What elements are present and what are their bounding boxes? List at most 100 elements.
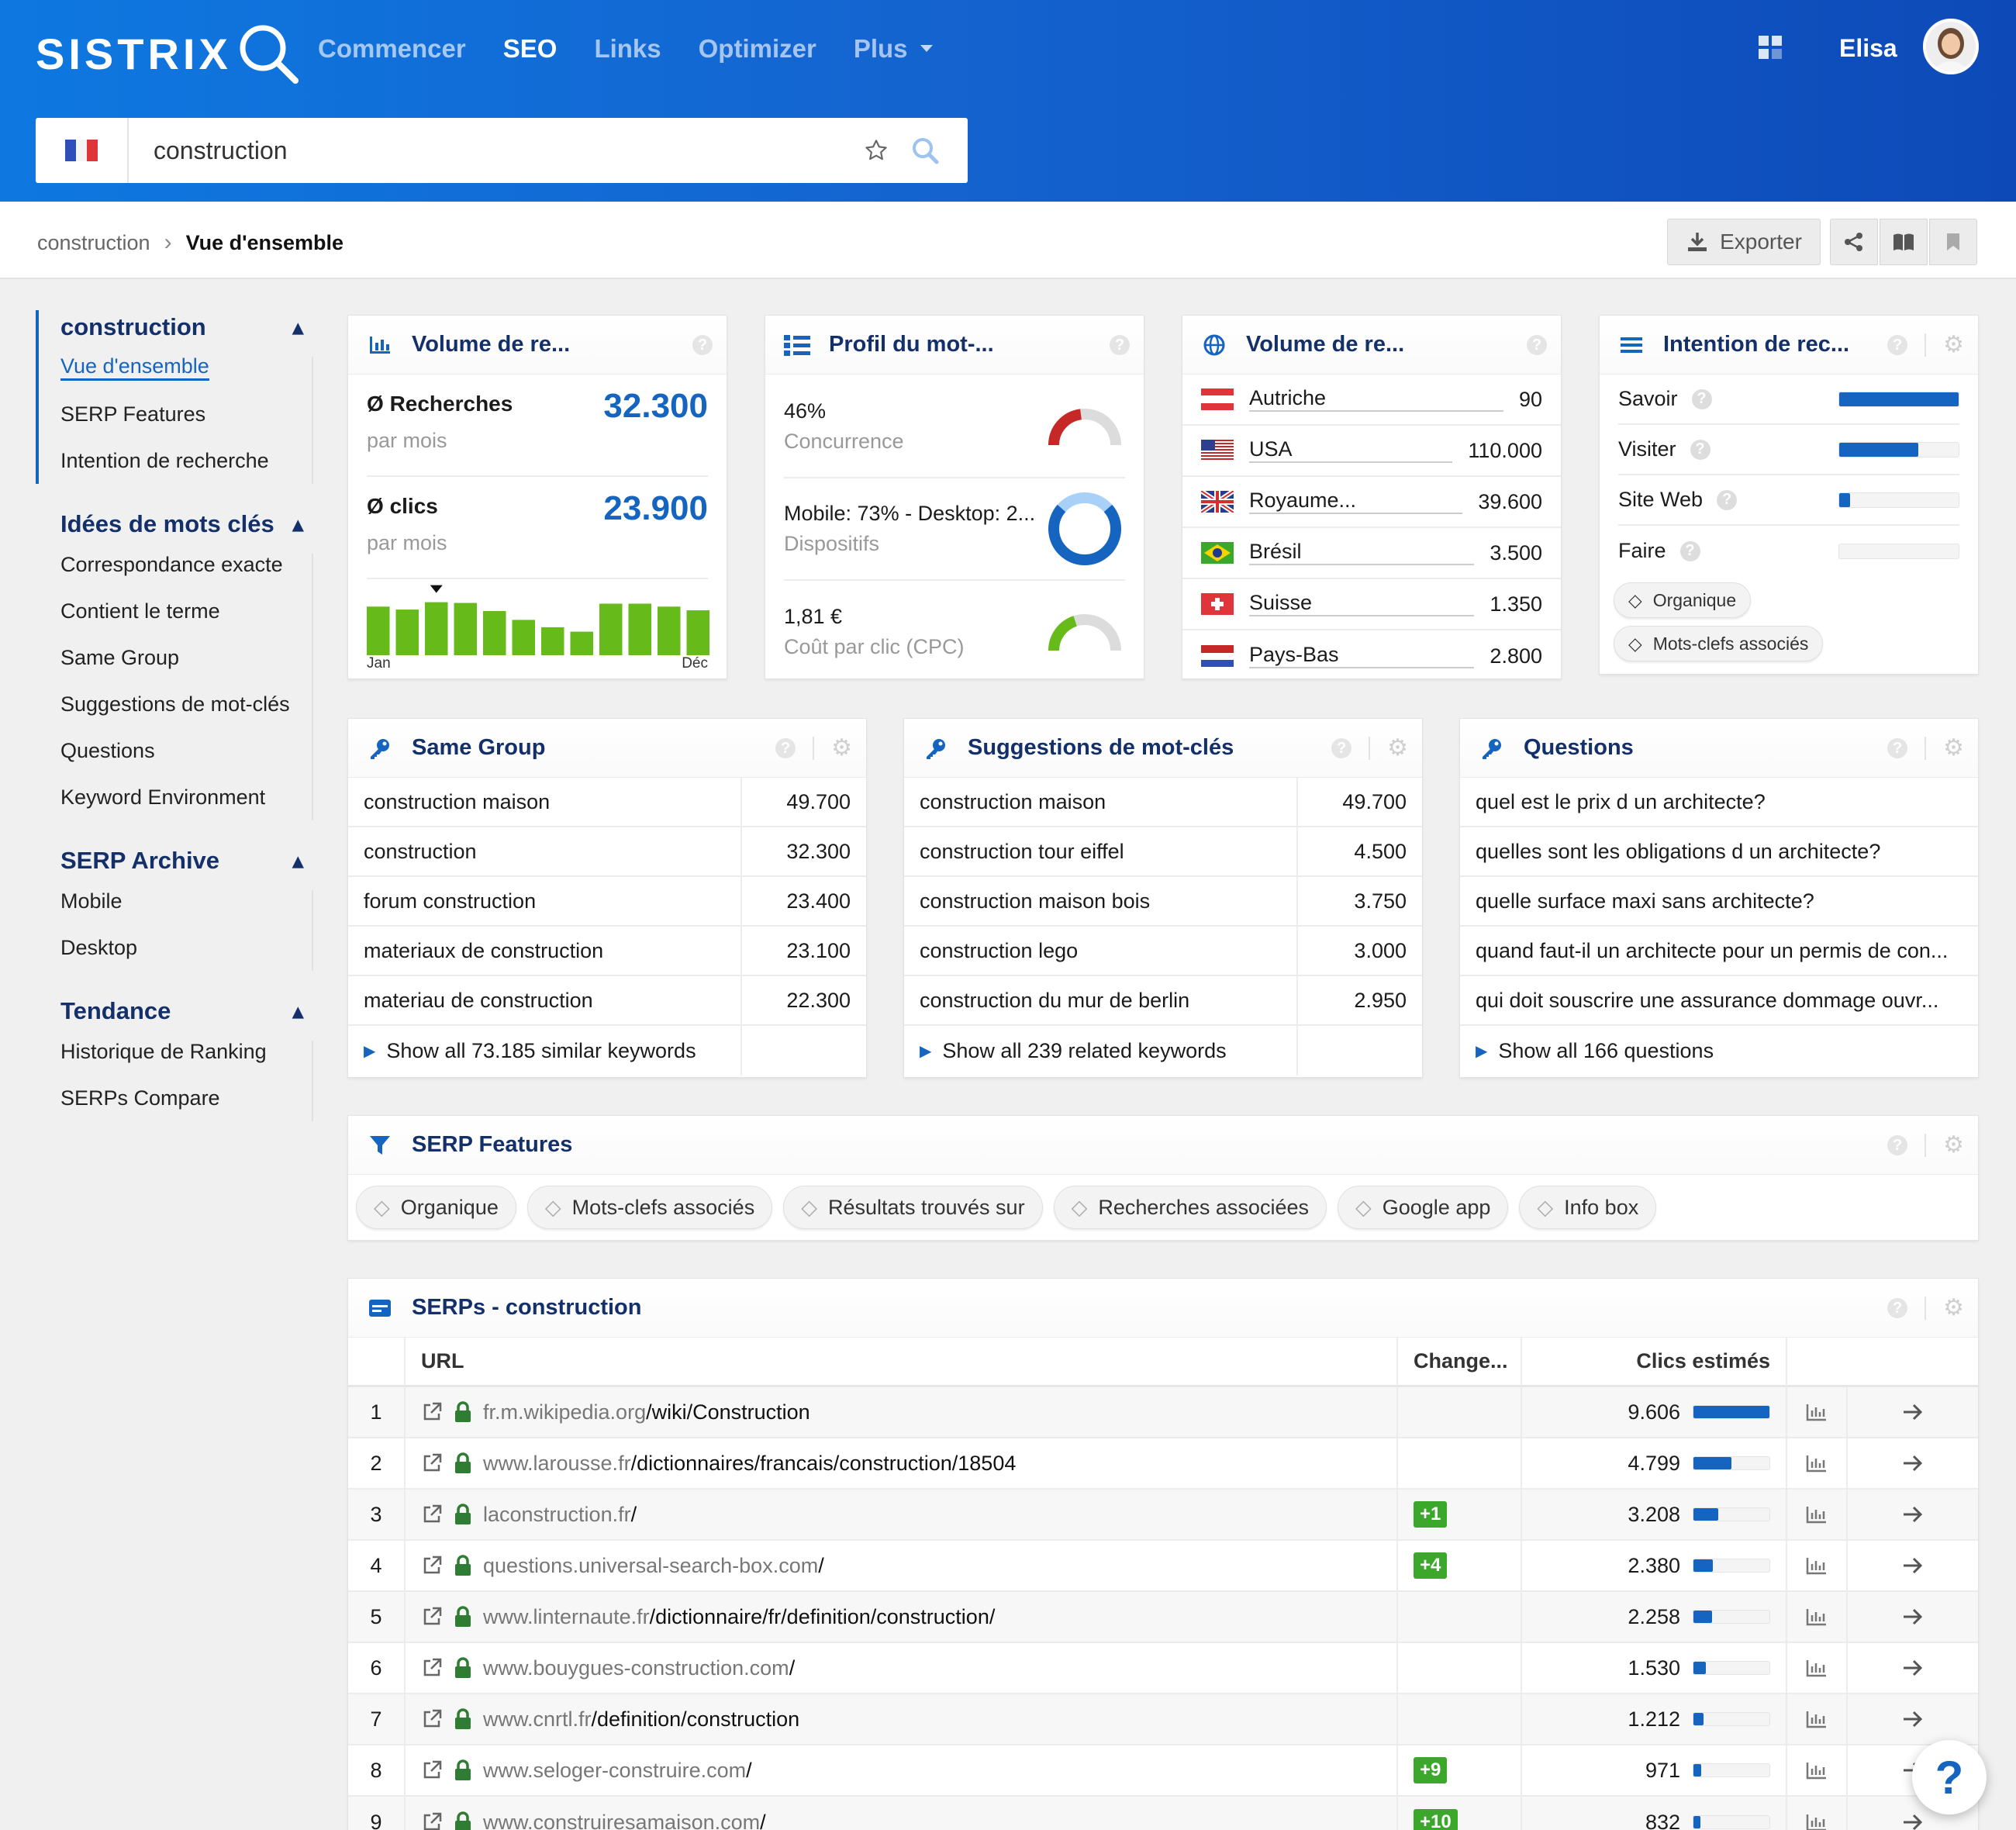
open-row-button[interactable] <box>1848 1489 1978 1540</box>
serp-row[interactable]: 9 www.construiresamaison.com/ +10 832 <box>348 1797 1978 1830</box>
help-icon[interactable]: ? <box>1110 335 1130 355</box>
volume-bar[interactable] <box>570 631 594 655</box>
sidebar-item-suggestions[interactable]: Suggestions de mot-clés <box>60 681 312 727</box>
volume-bar[interactable] <box>454 603 478 655</box>
nav-plus[interactable]: Plus <box>854 34 934 64</box>
ranking-chart-button[interactable] <box>1787 1591 1848 1642</box>
external-link-icon[interactable] <box>421 1401 443 1423</box>
nav-links[interactable]: Links <box>594 34 661 64</box>
keyword-text[interactable]: construction du mur de berlin <box>904 975 1298 1025</box>
help-icon[interactable]: ? <box>1331 738 1352 758</box>
country-selector[interactable] <box>36 118 129 183</box>
serp-row[interactable]: 1 fr.m.wikipedia.org/wiki/Construction 9.6… <box>348 1386 1978 1438</box>
sidebar-item-same-group[interactable]: Same Group <box>60 634 312 681</box>
intent-tag[interactable]: ◇ Mots-clefs associés <box>1614 626 1824 661</box>
help-icon[interactable]: ? <box>1887 335 1908 355</box>
question-text[interactable]: quelle surface maxi sans architecte? <box>1476 889 1814 913</box>
user-avatar[interactable] <box>1923 19 1979 74</box>
serp-url-link[interactable]: www.construiresamaison.com/ <box>483 1811 766 1830</box>
external-link-icon[interactable] <box>421 1504 443 1525</box>
help-icon[interactable]: ? <box>692 335 713 355</box>
keyword-row[interactable]: forum construction 23.400 <box>348 876 866 927</box>
open-row-button[interactable] <box>1848 1694 1978 1745</box>
col-clicks[interactable]: Clics estimés <box>1522 1336 1787 1386</box>
ranking-chart-button[interactable] <box>1787 1540 1848 1591</box>
share-button[interactable] <box>1830 219 1878 265</box>
country-row[interactable]: USA 110.000 <box>1182 426 1561 477</box>
open-row-button[interactable] <box>1848 1438 1978 1489</box>
question-text[interactable]: qui doit souscrire une assurance dommage… <box>1476 989 1938 1013</box>
keyword-row[interactable]: construction tour eiffel 4.500 <box>904 827 1422 877</box>
sidebar-group-header[interactable]: Tendance ▴ <box>60 994 312 1028</box>
volume-bar[interactable] <box>425 602 448 655</box>
keyword-text[interactable]: construction lego <box>904 926 1298 975</box>
export-button[interactable]: Exporter <box>1667 219 1821 265</box>
serp-row[interactable]: 6 www.bouygues-construction.com/1.530 <box>348 1642 1978 1694</box>
sidebar-item-vue-ensemble[interactable]: Vue d'ensemble <box>60 344 312 391</box>
serp-feature-tag[interactable]: ◇ Google app <box>1337 1186 1509 1229</box>
serp-url-link[interactable]: www.seloger-construire.com/ <box>483 1759 752 1783</box>
sidebar-group-header[interactable]: construction ▴ <box>60 310 312 344</box>
sidebar-item-serp-features[interactable]: SERP Features <box>60 391 312 437</box>
serp-url-link[interactable]: www.larousse.fr/dictionnaires/francais/c… <box>483 1452 1016 1476</box>
question-row[interactable]: qui doit souscrire une assurance dommage… <box>1460 976 1978 1026</box>
question-text[interactable]: quand faut-il un architecte pour un perm… <box>1476 939 1948 963</box>
volume-bar[interactable] <box>658 606 681 655</box>
sistrix-logo[interactable]: SISTRIX <box>36 20 302 87</box>
ranking-chart-button[interactable] <box>1787 1642 1848 1694</box>
serp-feature-tag[interactable]: ◇ Info box <box>1519 1186 1657 1229</box>
keyword-text[interactable]: construction maison bois <box>904 876 1298 926</box>
serp-row[interactable]: 5 www.linternaute.fr/dictionnaire/fr/defi… <box>348 1591 1978 1643</box>
ranking-chart-button[interactable] <box>1787 1438 1848 1489</box>
serp-url-link[interactable]: www.linternaute.fr/dictionnaire/fr/defin… <box>483 1605 995 1629</box>
breadcrumb-parent[interactable]: construction <box>37 231 150 255</box>
ranking-chart-button[interactable] <box>1787 1694 1848 1745</box>
ranking-chart-button[interactable] <box>1787 1797 1848 1830</box>
external-link-icon[interactable] <box>421 1708 443 1730</box>
help-icon[interactable]: ? <box>1679 540 1700 561</box>
gear-icon[interactable]: ⚙ <box>1943 1297 1964 1320</box>
gear-icon[interactable]: ⚙ <box>1943 737 1964 760</box>
sidebar-item-keyword-environment[interactable]: Keyword Environment <box>60 774 312 820</box>
ranking-chart-button[interactable] <box>1787 1489 1848 1540</box>
help-icon[interactable]: ? <box>1690 439 1710 460</box>
country-row[interactable]: Brésil 3.500 <box>1182 528 1561 579</box>
sidebar-item-mobile[interactable]: Mobile <box>60 878 312 924</box>
external-link-icon[interactable] <box>421 1555 443 1576</box>
keyword-row[interactable]: construction du mur de berlin 2.950 <box>904 975 1422 1026</box>
nav-commencer[interactable]: Commencer <box>318 34 466 64</box>
serp-row[interactable]: 4 questions.universal-search-box.com/ +4 2.… <box>348 1540 1978 1592</box>
volume-bar[interactable] <box>599 603 623 656</box>
help-icon[interactable]: ? <box>1887 1298 1908 1318</box>
help-icon[interactable]: ? <box>1527 335 1547 355</box>
question-row[interactable]: quand faut-il un architecte pour un perm… <box>1460 927 1978 976</box>
external-link-icon[interactable] <box>421 1811 443 1830</box>
apps-grid-icon[interactable] <box>1757 34 1783 60</box>
nav-optimizer[interactable]: Optimizer <box>699 34 816 64</box>
keyword-row[interactable]: materiaux de construction 23.100 <box>348 926 866 976</box>
country-row[interactable]: Pays-Bas 2.800 <box>1182 630 1561 682</box>
gear-icon[interactable]: ⚙ <box>831 737 852 760</box>
serp-row[interactable]: 3 laconstruction.fr/ +1 3.208 <box>348 1489 1978 1541</box>
volume-bar[interactable] <box>367 606 390 655</box>
keyword-row[interactable]: construction maison 49.700 <box>348 777 866 827</box>
external-link-icon[interactable] <box>421 1657 443 1679</box>
external-link-icon[interactable] <box>421 1452 443 1474</box>
serp-url-link[interactable]: www.cnrtl.fr/definition/construction <box>483 1707 799 1732</box>
keyword-input[interactable] <box>129 136 864 165</box>
sidebar-item-serps-compare[interactable]: SERPs Compare <box>60 1075 312 1121</box>
ranking-chart-button[interactable] <box>1787 1386 1848 1438</box>
serp-url-link[interactable]: questions.universal-search-box.com/ <box>483 1554 824 1578</box>
external-link-icon[interactable] <box>421 1759 443 1781</box>
col-change[interactable]: Change... <box>1398 1336 1522 1386</box>
keyword-row[interactable]: construction maison bois 3.750 <box>904 876 1422 927</box>
country-row[interactable]: Suisse 1.350 <box>1182 579 1561 630</box>
keyword-row[interactable]: construction lego 3.000 <box>904 926 1422 976</box>
serp-row[interactable]: 7 www.cnrtl.fr/definition/construction 1.2… <box>348 1694 1978 1745</box>
sidebar-item-desktop[interactable]: Desktop <box>60 924 312 971</box>
serp-row[interactable]: 2 www.larousse.fr/dictionnaires/francais/… <box>348 1438 1978 1490</box>
intent-tag[interactable]: ◇ Organique <box>1614 582 1752 618</box>
help-button[interactable]: ? <box>1912 1740 1987 1814</box>
show-all-link[interactable]: ▶ Show all 166 questions <box>1460 1026 1978 1076</box>
question-row[interactable]: quelles sont les obligations d un archit… <box>1460 827 1978 877</box>
